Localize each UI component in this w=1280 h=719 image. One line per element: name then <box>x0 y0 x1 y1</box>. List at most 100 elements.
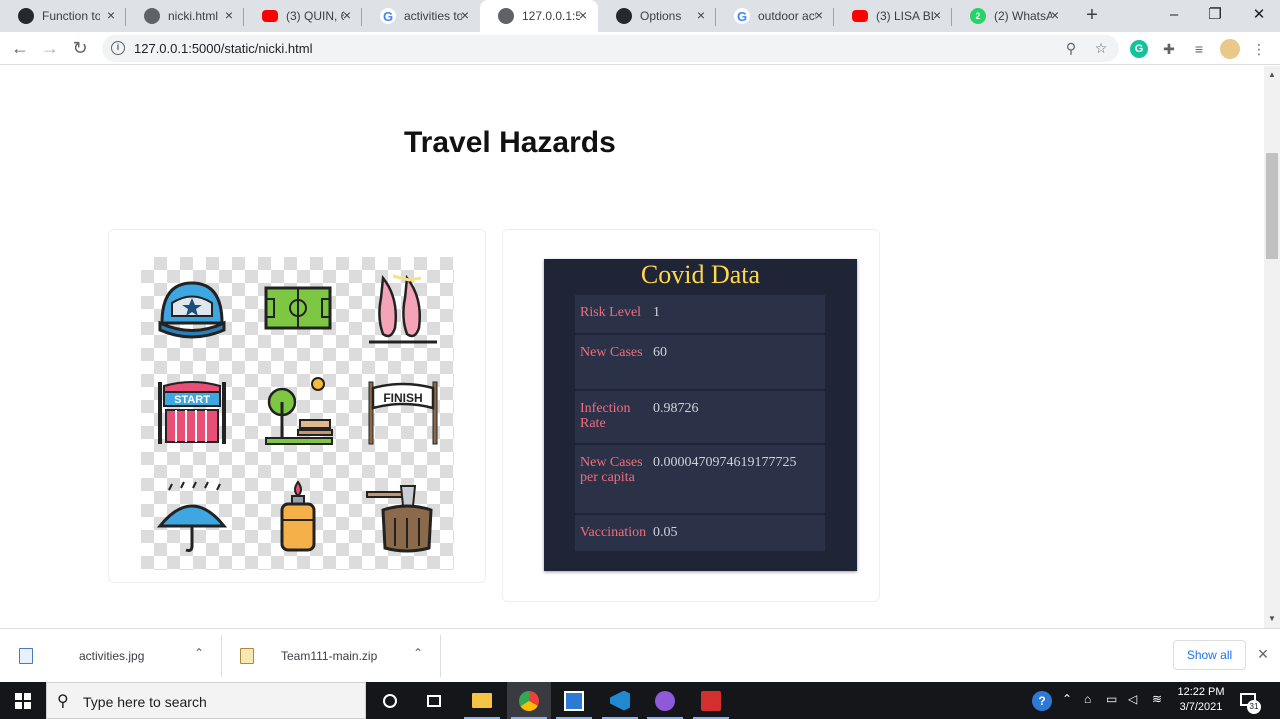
tab-whatsapp[interactable]: 2 (2) WhatsAp × <box>952 0 1070 32</box>
close-tab-icon[interactable]: × <box>812 8 826 22</box>
close-tab-icon[interactable]: × <box>104 8 118 22</box>
acrobat-icon[interactable] <box>689 682 733 719</box>
tab-nicki[interactable]: nicki.html × <box>126 0 244 32</box>
help-icon[interactable]: ? <box>1032 691 1052 711</box>
globe-icon <box>498 8 514 24</box>
github-desktop-icon[interactable] <box>643 682 687 719</box>
tab-lisa[interactable]: (3) LISA BLA × <box>834 0 952 32</box>
forward-button[interactable]: → <box>40 38 60 58</box>
clock-date: 3/7/2021 <box>1179 701 1223 713</box>
row-value: 0.98726 <box>653 401 699 416</box>
file-explorer-icon[interactable] <box>460 682 504 719</box>
wifi-icon[interactable]: ≋ <box>1152 692 1162 706</box>
network-icon[interactable]: ⌂ <box>1084 692 1091 706</box>
new-tab-button[interactable]: + <box>1083 5 1101 25</box>
battery-icon[interactable]: ▭ <box>1106 692 1117 706</box>
row-label: Infection Rate <box>580 401 631 431</box>
youtube-icon <box>262 10 278 22</box>
vertical-scrollbar[interactable]: ▲ ▼ <box>1264 66 1280 628</box>
search-placeholder: Type here to search <box>83 694 207 710</box>
notification-count: 31 <box>1247 700 1261 714</box>
tab-localhost[interactable]: 127.0.0.1:50 × <box>480 0 598 32</box>
github-icon <box>18 8 34 24</box>
notification-center-icon[interactable]: 31 <box>1238 690 1261 714</box>
cortana-icon[interactable] <box>368 682 412 719</box>
activities-card: START FINISH <box>108 229 486 583</box>
reading-list-icon[interactable]: ≡ <box>1190 40 1208 58</box>
scroll-up-arrow-icon[interactable]: ▲ <box>1268 70 1276 79</box>
close-tab-icon[interactable]: × <box>576 8 590 22</box>
chevron-up-icon[interactable]: ⌃ <box>1062 692 1072 706</box>
tab-strip: Function to × nicki.html × (3) QUIN, 6 ×… <box>0 0 1280 32</box>
task-view-icon[interactable] <box>412 682 456 719</box>
row-value: 60 <box>653 345 667 360</box>
tab-title: nicki.html <box>168 9 219 23</box>
table-row: Infection Rate 0.98726 <box>575 389 825 443</box>
extensions-icon[interactable]: ✚ <box>1160 40 1178 58</box>
covid-table: Risk Level 1 New Cases 60 Infection Rate… <box>575 295 825 551</box>
github-icon <box>616 8 632 24</box>
row-label: Vaccination <box>580 525 647 540</box>
reload-button[interactable]: ↻ <box>70 38 90 58</box>
close-tab-icon[interactable]: × <box>930 8 944 22</box>
scroll-thumb[interactable] <box>1266 153 1278 259</box>
tab-title: (3) QUIN, 6 <box>286 9 344 23</box>
table-row: New Cases per capita 0.00004709746191777… <box>575 443 825 513</box>
download-item-activities[interactable]: activities.jpg ⌃ <box>0 629 221 683</box>
tab-title: outdoor act <box>758 9 816 23</box>
close-tab-icon[interactable]: × <box>1048 8 1062 22</box>
search-icon: ⚲ <box>57 693 69 710</box>
start-button[interactable] <box>0 682 46 719</box>
finish-label: FINISH <box>383 391 422 405</box>
download-shelf: activities.jpg ⌃ Team111-main.zip ⌃ Show… <box>0 628 1280 682</box>
row-label: New Cases per capita <box>580 455 643 485</box>
chevron-up-icon[interactable]: ⌃ <box>192 646 206 662</box>
download-item-team111[interactable]: Team111-main.zip ⌃ <box>221 629 440 683</box>
tab-title: (2) WhatsAp <box>994 9 1052 23</box>
tab-quin[interactable]: (3) QUIN, 6 × <box>244 0 362 32</box>
clock[interactable]: 12:22 PM 3/7/2021 <box>1170 685 1232 715</box>
show-all-button[interactable]: Show all <box>1173 640 1246 670</box>
tab-title: Function to <box>42 9 100 23</box>
globe-icon <box>144 8 160 24</box>
close-tab-icon[interactable]: × <box>340 8 354 22</box>
scroll-down-arrow-icon[interactable]: ▼ <box>1268 614 1276 623</box>
close-tab-icon[interactable]: × <box>694 8 708 22</box>
image-file-icon <box>19 648 33 664</box>
grammarly-icon[interactable]: G <box>1130 40 1148 58</box>
browser-toolbar: ← → ↻ i 127.0.0.1:5000/static/nicki.html… <box>0 32 1280 65</box>
tab-options[interactable]: Options × <box>598 0 716 32</box>
close-tab-icon[interactable]: × <box>222 8 236 22</box>
minimize-button[interactable]: – <box>1160 4 1188 26</box>
gas-canister-icon <box>280 480 316 552</box>
ballet-shoes-icon <box>369 274 437 344</box>
info-icon[interactable]: i <box>111 41 125 55</box>
windows-taskbar: ⚲ Type here to search ? ⌃ ⌂ ▭ ◁ ≋ 12:22 … <box>0 682 1280 719</box>
back-button[interactable]: ← <box>10 38 30 58</box>
tab-title: activities to <box>404 9 462 23</box>
menu-icon[interactable]: ⋮ <box>1250 40 1268 58</box>
chrome-icon[interactable] <box>507 682 551 719</box>
close-shelf-icon[interactable]: × <box>1255 645 1271 663</box>
tab-function[interactable]: Function to × <box>0 0 126 32</box>
bookmark-star-icon[interactable]: ☆ <box>1093 40 1109 56</box>
profile-avatar[interactable] <box>1220 39 1240 59</box>
cap-icon <box>158 281 226 339</box>
restore-button[interactable]: ❐ <box>1201 4 1229 26</box>
row-label: New Cases <box>580 345 643 360</box>
volume-icon[interactable]: ◁ <box>1128 692 1137 706</box>
tab-activities[interactable]: G activities to × <box>362 0 480 32</box>
close-window-button[interactable]: ✕ <box>1245 4 1273 26</box>
app-icon[interactable] <box>552 682 596 719</box>
chevron-up-icon[interactable]: ⌃ <box>411 646 425 662</box>
taskbar-search[interactable]: ⚲ Type here to search <box>46 682 366 719</box>
address-bar[interactable]: i 127.0.0.1:5000/static/nicki.html ⚲ ☆ <box>102 35 1119 62</box>
row-value: 0.05 <box>653 525 678 540</box>
finish-line-icon: FINISH <box>368 381 438 445</box>
tab-outdoor[interactable]: G outdoor act × <box>716 0 834 32</box>
zoom-icon[interactable]: ⚲ <box>1063 40 1079 56</box>
close-tab-icon[interactable]: × <box>458 8 472 22</box>
download-separator <box>440 635 441 677</box>
windows-logo-icon <box>15 693 31 709</box>
vscode-icon[interactable] <box>598 682 642 719</box>
